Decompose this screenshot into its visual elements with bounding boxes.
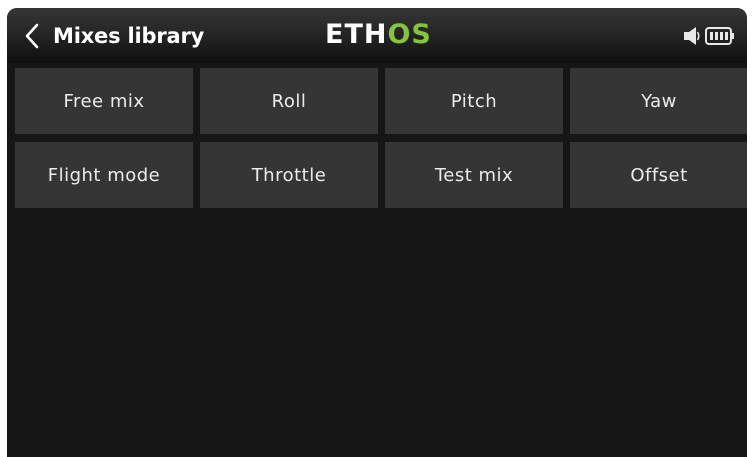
logo-text-green: OS <box>387 19 432 50</box>
speaker-icon[interactable] <box>683 26 701 46</box>
mix-yaw-button[interactable]: Yaw <box>570 68 747 134</box>
mix-offset-button[interactable]: Offset <box>570 142 747 208</box>
mix-throttle-button[interactable]: Throttle <box>200 142 378 208</box>
mix-roll-button[interactable]: Roll <box>200 68 378 134</box>
status-icons <box>683 23 735 49</box>
mixes-grid: Free mix Roll Pitch Yaw Flight mode Thro… <box>15 68 747 208</box>
header-bar: Mixes library ETHOS <box>7 8 747 63</box>
mix-pitch-button[interactable]: Pitch <box>385 68 563 134</box>
battery-icon[interactable] <box>705 26 735 46</box>
ethos-logo: ETHOS <box>325 20 432 50</box>
logo-text-white: ETH <box>325 19 388 50</box>
back-button[interactable]: Mixes library <box>21 17 204 55</box>
chevron-left-icon <box>25 23 39 49</box>
mix-test-mix-button[interactable]: Test mix <box>385 142 563 208</box>
mix-free-mix-button[interactable]: Free mix <box>15 68 193 134</box>
page-title: Mixes library <box>53 24 205 48</box>
device-screen: Mixes library ETHOS Free mix Roll Pitch <box>7 8 747 457</box>
mix-flight-mode-button[interactable]: Flight mode <box>15 142 193 208</box>
